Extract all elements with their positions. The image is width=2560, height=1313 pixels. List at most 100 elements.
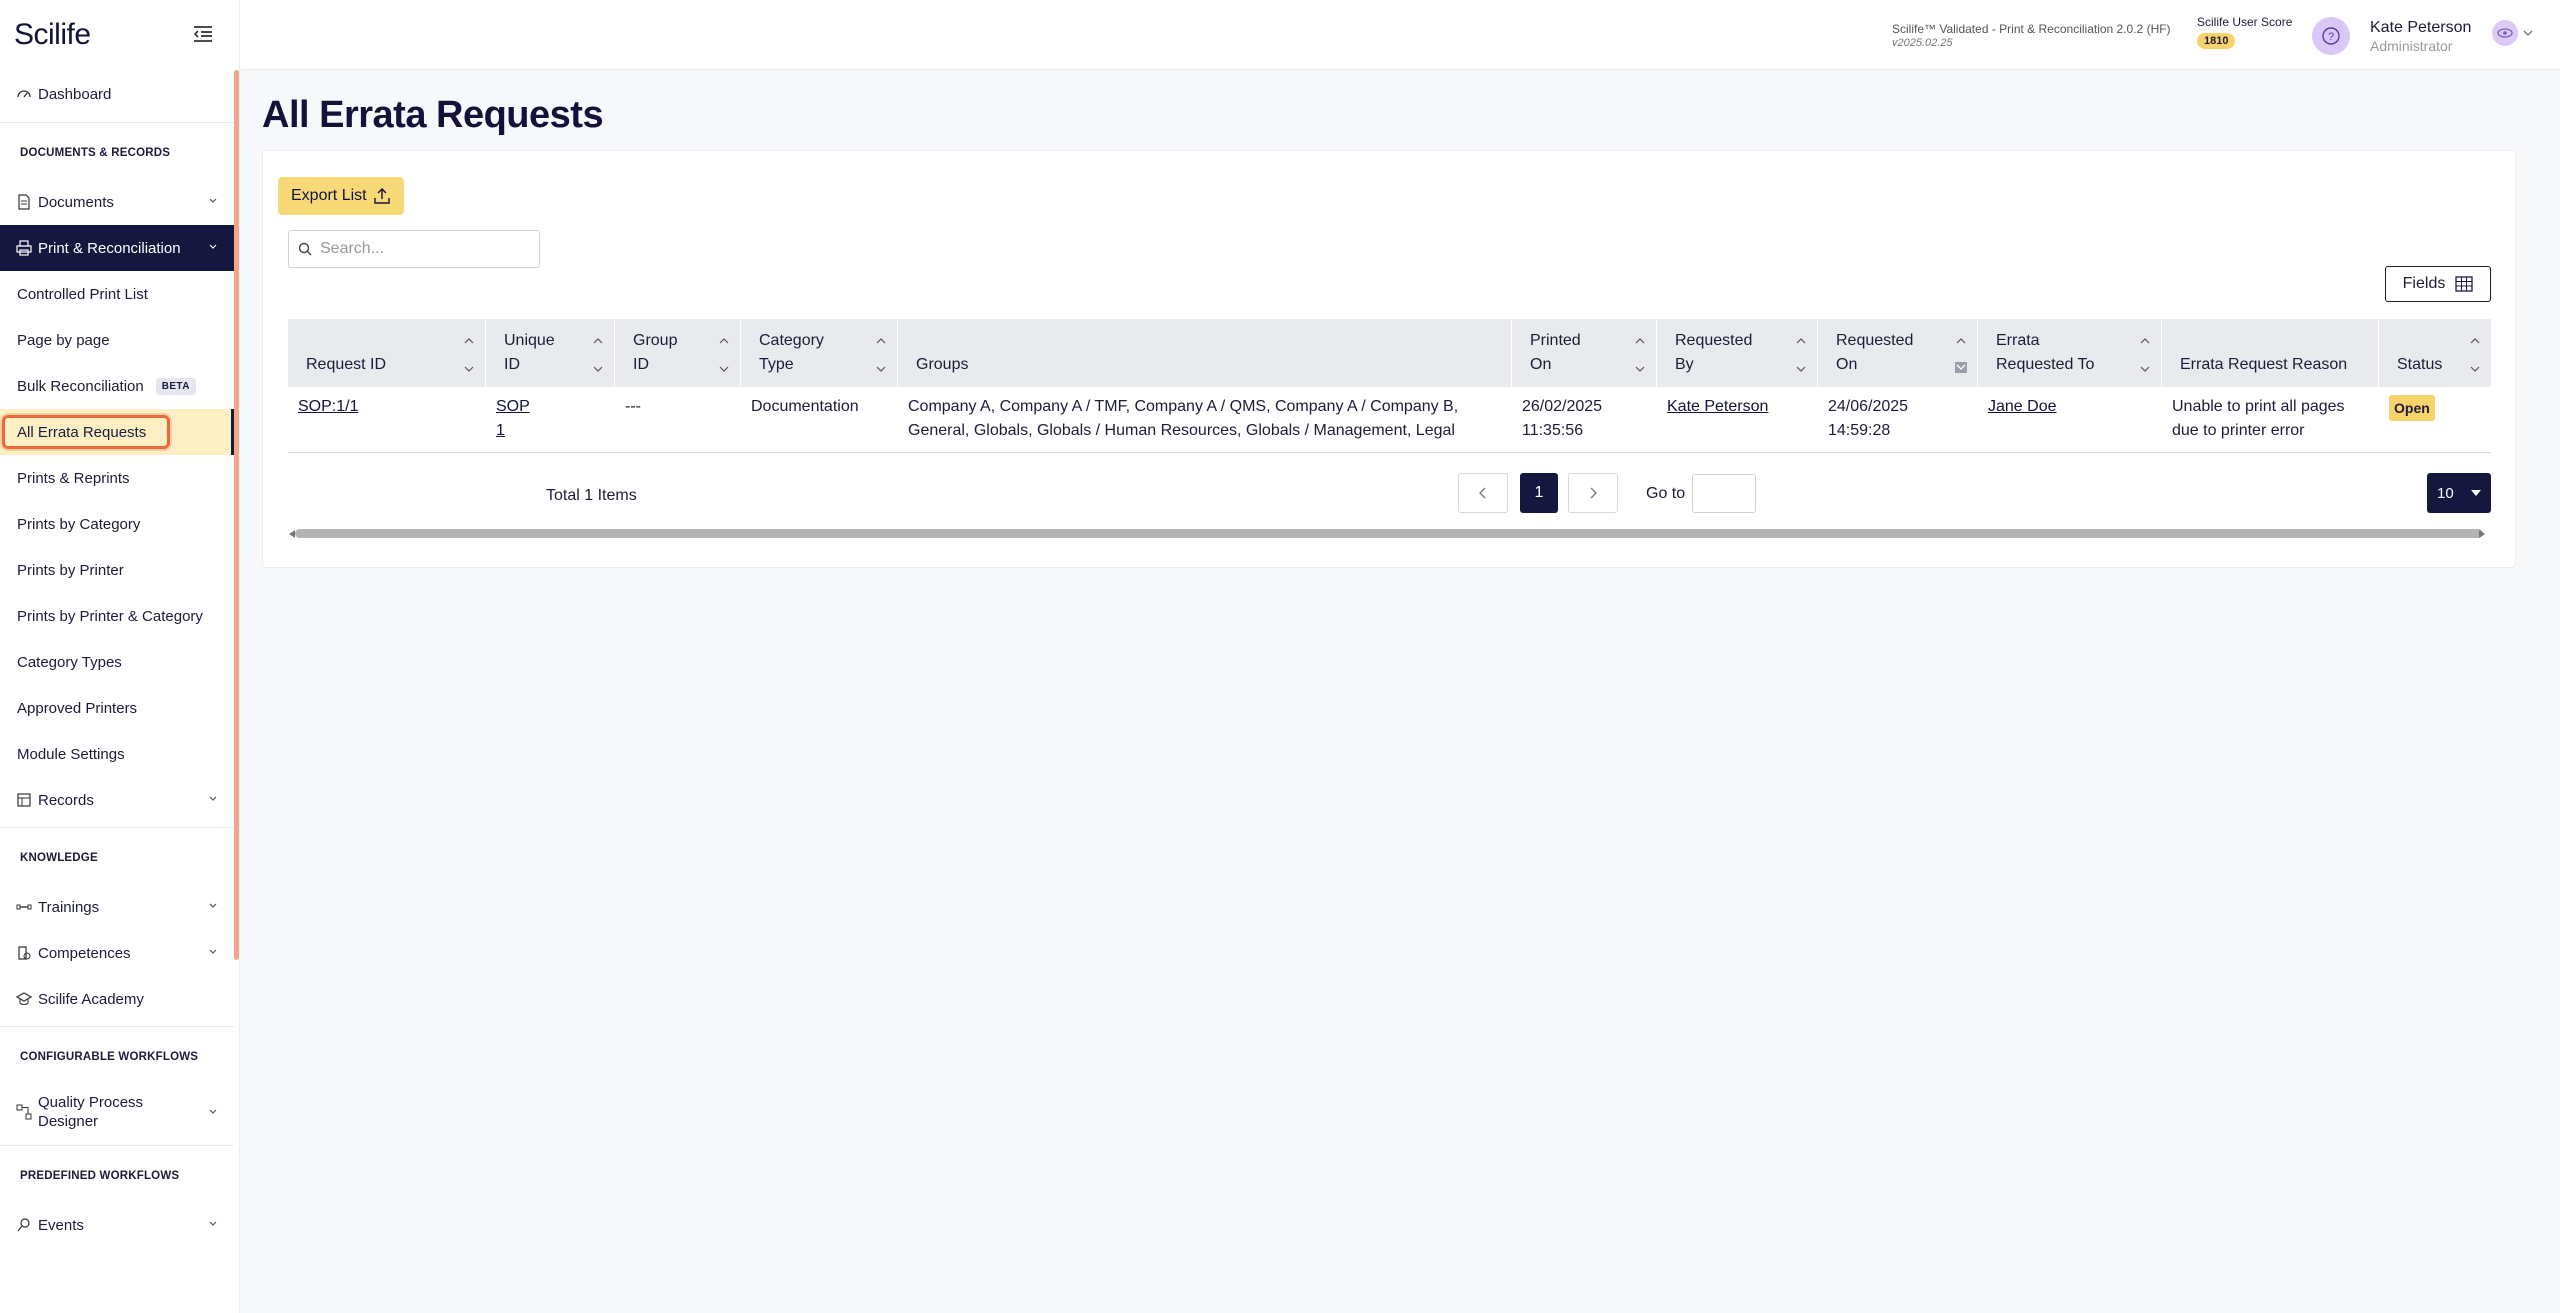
cell-reason: Unable to print all pages due to printer …	[2162, 387, 2379, 452]
sort-icon[interactable]	[2469, 337, 2481, 373]
sidebar-item-label: Trainings	[38, 898, 100, 916]
graduation-cap-icon	[16, 992, 32, 1005]
reason-line: due to printer error	[2172, 422, 2305, 439]
chevron-left-icon	[1479, 487, 1486, 499]
goto-page-input[interactable]	[1692, 474, 1756, 513]
col-label: Printed	[1530, 332, 1581, 349]
sidebar-item-prints-by-printer[interactable]: Prints by Printer	[0, 547, 234, 593]
unique-id-link[interactable]: SOP 1	[496, 398, 530, 439]
table-row[interactable]: SOP:1/1 SOP 1 --- Documentation Company A…	[288, 387, 2491, 453]
horizontal-scrollbar[interactable]	[295, 529, 2483, 538]
col-requested-by[interactable]: Requested By	[1657, 319, 1818, 387]
sidebar-item-label: Dashboard	[38, 85, 112, 103]
search-input[interactable]	[320, 240, 530, 258]
col-request-id[interactable]: Request ID	[288, 319, 486, 387]
cell-status: Open	[2379, 387, 2491, 452]
avatar[interactable]	[2492, 20, 2518, 46]
chevron-down-icon	[209, 198, 217, 203]
col-errata-requested-to[interactable]: Errata Requested To	[1978, 319, 2162, 387]
col-label: Unique	[504, 332, 555, 349]
chevron-down-icon	[209, 244, 217, 249]
page-1-button[interactable]: 1	[1520, 473, 1558, 513]
sidebar-item-prints-reprints[interactable]: Prints & Reprints	[0, 455, 234, 501]
col-unique-id[interactable]: Unique ID	[486, 319, 615, 387]
date-line: 24/06/2025	[1828, 398, 1909, 415]
next-page-button[interactable]	[1568, 473, 1618, 513]
user-score: Scilife User Score 1810	[2197, 15, 2292, 49]
sidebar-item-category-types[interactable]: Category Types	[0, 639, 234, 685]
sidebar-item-prints-by-category[interactable]: Prints by Category	[0, 501, 234, 547]
sidebar-item-bulk-reconciliation[interactable]: Bulk Reconciliation BETA	[0, 363, 234, 409]
total-items: Total 1 Items	[546, 487, 637, 504]
sidebar-item-events[interactable]: Events	[0, 1202, 234, 1248]
col-category-type[interactable]: Category Type	[741, 319, 898, 387]
sidebar-item-module-settings[interactable]: Module Settings	[0, 731, 234, 777]
avatar-face-icon	[2497, 28, 2513, 38]
sidebar-item-print-reconciliation[interactable]: Print & Reconciliation	[0, 225, 234, 271]
sidebar-item-trainings[interactable]: Trainings	[0, 884, 234, 930]
sort-icon[interactable]	[875, 337, 887, 373]
sidebar-item-competences[interactable]: Competences	[0, 930, 234, 976]
col-errata-request-reason[interactable]: Errata Request Reason	[2162, 319, 2379, 387]
request-id-link[interactable]: SOP:1/1	[298, 398, 358, 415]
user-info[interactable]: Kate Peterson Administrator	[2370, 18, 2471, 56]
section-knowledge: KNOWLEDGE	[20, 852, 98, 864]
errata-table: Request ID Unique ID Group ID Category Type…	[288, 319, 2491, 453]
unique-id-part: SOP	[496, 398, 530, 415]
page-size-select[interactable]: 10	[2427, 473, 2491, 513]
col-label: Requested To	[1996, 356, 2095, 373]
pin-icon	[17, 1218, 30, 1232]
sidebar-item-all-errata-requests[interactable]: All Errata Requests	[0, 409, 234, 455]
col-group-id[interactable]: Group ID	[615, 319, 741, 387]
table-header: Request ID Unique ID Group ID Category Type…	[288, 319, 2491, 387]
sidebar-item-records[interactable]: Records	[0, 777, 234, 823]
sort-icon[interactable]	[718, 337, 730, 373]
sidebar-item-label: Scilife Academy	[38, 990, 144, 1008]
cell-category-type: Documentation	[751, 398, 859, 415]
scroll-right-icon[interactable]	[2479, 530, 2485, 538]
training-icon	[16, 904, 32, 910]
sidebar-item-controlled-print-list[interactable]: Controlled Print List	[0, 271, 234, 317]
sort-active-icon[interactable]	[1955, 337, 1967, 373]
export-list-button[interactable]: Export List	[278, 177, 404, 215]
upload-icon	[373, 188, 390, 204]
sidebar-item-dashboard[interactable]: Dashboard	[0, 70, 234, 118]
sort-icon[interactable]	[1634, 337, 1646, 373]
score-label: Scilife User Score	[2197, 15, 2293, 29]
scilife-logo[interactable]: Scilife	[14, 18, 91, 52]
sidebar-item-page-by-page[interactable]: Page by page	[0, 317, 234, 363]
sidebar-item-documents[interactable]: Documents	[0, 179, 234, 225]
sort-icon[interactable]	[1795, 337, 1807, 373]
cell-printed-on: 26/02/2025 11:35:56	[1512, 387, 1657, 452]
version-line-2: v2025.02.25	[1892, 37, 1953, 49]
sidebar-item-prints-by-printer-category[interactable]: Prints by Printer & Category	[0, 593, 234, 639]
collapse-menu-icon[interactable]	[192, 24, 214, 44]
chevron-right-icon	[1590, 487, 1597, 499]
cell-requested-on: 24/06/2025 14:59:28	[1818, 387, 1978, 452]
date-line: 26/02/2025	[1522, 398, 1603, 415]
section-configurable-workflows: CONFIGURABLE WORKFLOWS	[20, 1051, 199, 1063]
sort-icon[interactable]	[2139, 337, 2151, 373]
col-printed-on[interactable]: Printed On	[1512, 319, 1657, 387]
cell-requested-by: Kate Peterson	[1657, 387, 1818, 452]
col-status[interactable]: Status	[2379, 319, 2491, 387]
col-label: Requested	[1675, 332, 1753, 349]
chevron-down-icon[interactable]	[2523, 29, 2533, 37]
score-badge: 1810	[2197, 33, 2236, 49]
sort-icon[interactable]	[592, 337, 604, 373]
sidebar-item-quality-process-designer[interactable]: Quality Process Designer	[0, 1083, 234, 1141]
sort-icon[interactable]	[463, 337, 475, 373]
requested-by-link[interactable]: Kate Peterson	[1667, 398, 1768, 415]
col-groups[interactable]: Groups	[898, 319, 1512, 387]
sidebar-item-approved-printers[interactable]: Approved Printers	[0, 685, 234, 731]
col-requested-on[interactable]: Requested On	[1818, 319, 1978, 387]
prev-page-button[interactable]	[1458, 473, 1508, 513]
search-box	[288, 230, 540, 268]
sidebar-item-scilife-academy[interactable]: Scilife Academy	[0, 976, 234, 1022]
fields-button[interactable]: Fields	[2385, 266, 2491, 302]
col-label: Groups	[916, 356, 969, 373]
help-button[interactable]: ?	[2312, 17, 2350, 55]
requested-to-link[interactable]: Jane Doe	[1988, 398, 2057, 415]
section-predefined-workflows: PREDEFINED WORKFLOWS	[20, 1170, 180, 1182]
table-columns-icon	[2455, 276, 2473, 292]
